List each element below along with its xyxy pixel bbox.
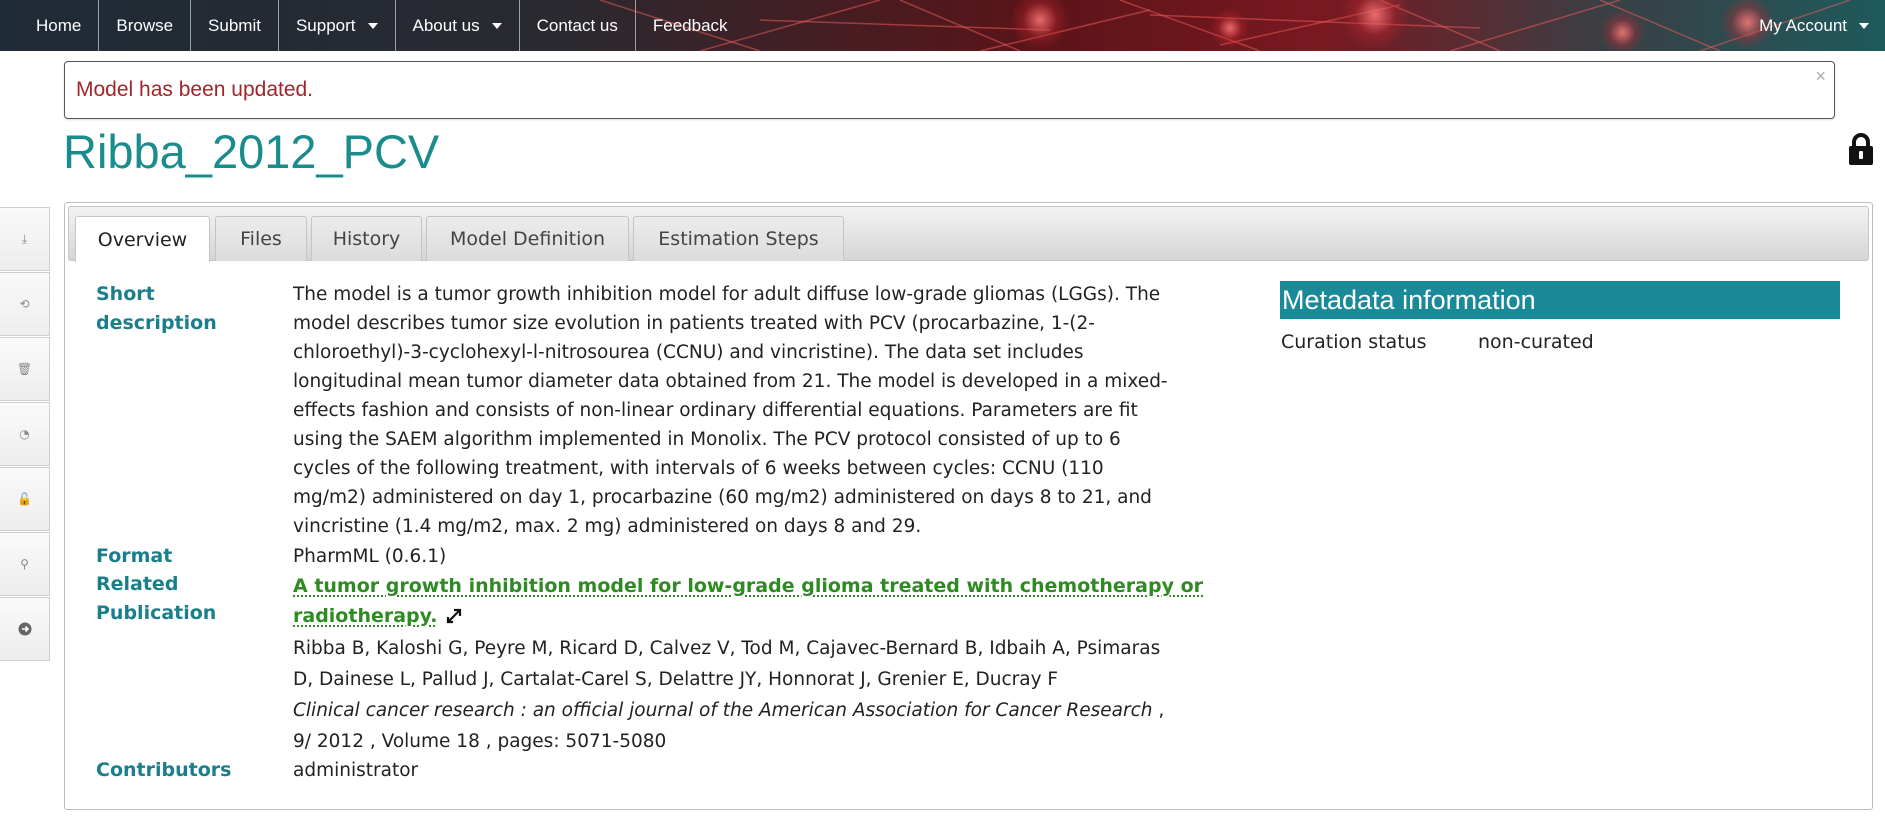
nav-submit-label: Submit <box>208 15 261 35</box>
short-description-label-line: Short <box>96 283 155 305</box>
my-account-dropdown[interactable]: My Account <box>1759 0 1869 51</box>
publication-title-link[interactable]: A tumor growth inhibition model for low-… <box>293 571 1258 631</box>
publication-title-line-wrap: radiotherapy. <box>293 601 1258 631</box>
description-line: mg/m2) administered on day 1, procarbazi… <box>293 487 1152 508</box>
next-button[interactable] <box>0 597 50 661</box>
citation-details: 9/ 2012 , Volume 18 , pages: 5071-5080 <box>293 731 667 752</box>
unlock-button[interactable]: 🔓 <box>0 467 50 531</box>
nav-home-label: Home <box>36 15 82 35</box>
alert-message: Model has been updated. <box>76 78 314 101</box>
tab-model-definition-label: Model Definition <box>449 228 606 250</box>
tab-files-label: Files <box>240 228 282 250</box>
description-line: cycles of the following treatment, with … <box>293 458 1104 479</box>
rss-icon: ◔ <box>19 427 30 441</box>
tab-history-label: History <box>332 228 401 250</box>
tab-history[interactable]: History <box>311 216 422 261</box>
description-line: using the SAEM algorithm implemented in … <box>293 429 1121 450</box>
publication-title-line: radiotherapy. <box>293 605 438 627</box>
update-alert: Model has been updated. × <box>64 61 1835 119</box>
caret-down-icon <box>367 22 378 29</box>
close-icon[interactable]: × <box>1815 66 1826 87</box>
publish-button[interactable]: ⚲ <box>0 532 50 596</box>
journal-name: Clinical cancer research : an official j… <box>293 700 1153 721</box>
rss-button[interactable]: ◔ <box>0 402 50 466</box>
nav-contact-label: Contact us <box>536 15 618 35</box>
convert-button[interactable]: ⟲ <box>0 272 50 336</box>
tab-estimation-steps[interactable]: Estimation Steps <box>633 216 844 261</box>
authors-line: Ribba B, Kaloshi G, Peyre M, Ricard D, C… <box>293 638 1161 659</box>
description-line: chloroethyl)-3-cyclohexyl-l-nitrosourea … <box>293 342 1084 363</box>
top-navbar: Home Browse Submit Support About us Cont… <box>0 0 1885 51</box>
tab-overview[interactable]: Overview <box>75 216 210 262</box>
nav-support-dropdown[interactable]: Support <box>279 0 396 51</box>
delete-icon: 🗑 <box>16 362 33 376</box>
publication-authors: Ribba B, Kaloshi G, Peyre M, Ricard D, C… <box>293 633 1273 695</box>
short-description-label: Short description <box>96 280 217 338</box>
format-value: PharmML (0.6.1) <box>293 546 447 567</box>
short-description-text: The model is a tumor growth inhibition m… <box>293 280 1253 541</box>
tab-estimation-steps-label: Estimation Steps <box>658 228 819 250</box>
journal-line: Clinical cancer research : an official j… <box>293 695 1273 726</box>
tab-bar: Overview Files History Model Definition … <box>68 206 1869 262</box>
short-description-label-line: description <box>96 312 217 334</box>
related-publication-label-line: Related <box>96 573 179 595</box>
unlock-icon: 🔓 <box>17 492 32 506</box>
download-icon: ⤓ <box>21 231 28 246</box>
publication-citation: Clinical cancer research : an official j… <box>293 695 1273 757</box>
nav-browse-label: Browse <box>116 15 174 35</box>
description-line: vincristine (1.4 mg/m2, max. 2 mg) admin… <box>293 516 922 537</box>
journal-suffix: , <box>1152 700 1165 721</box>
tab-model-definition[interactable]: Model Definition <box>426 216 629 261</box>
nav-submit[interactable]: Submit <box>191 0 279 51</box>
contributors-value: administrator <box>293 760 419 781</box>
authors-line: D, Dainese L, Pallud J, Cartalat-Carel S… <box>293 669 1059 690</box>
description-line: model describes tumor size evolution in … <box>293 313 1095 334</box>
convert-icon: ⟲ <box>19 297 30 311</box>
external-link-icon[interactable] <box>446 608 462 624</box>
related-publication-label: Related Publication <box>96 570 216 628</box>
nav-contact[interactable]: Contact us <box>520 0 636 51</box>
metadata-header: Metadata information <box>1280 281 1840 319</box>
description-line: effects fashion and consists of non-line… <box>293 400 1138 421</box>
nav-feedback-label: Feedback <box>652 15 728 35</box>
nav-home[interactable]: Home <box>0 0 100 51</box>
format-label: Format <box>96 545 173 567</box>
tab-overview-label: Overview <box>97 228 188 251</box>
related-publication-label-line: Publication <box>96 602 217 624</box>
my-account-label: My Account <box>1759 15 1847 35</box>
arrow-right-icon <box>18 622 31 636</box>
curation-status-value: non-curated <box>1478 331 1594 353</box>
description-line: The model is a tumor growth inhibition m… <box>293 284 1161 305</box>
nav-about-label: About us <box>412 15 480 35</box>
lock-icon[interactable] <box>1847 132 1875 166</box>
delete-button[interactable]: 🗑 <box>0 337 50 401</box>
contributors-label: Contributors <box>96 759 232 781</box>
caret-down-icon <box>491 22 502 29</box>
nav-support-label: Support <box>295 15 356 35</box>
page-title: Ribba_2012_PCV <box>63 125 440 178</box>
download-button[interactable]: ⤓ <box>0 207 50 271</box>
nav-browse[interactable]: Browse <box>99 0 192 51</box>
nav-feedback[interactable]: Feedback <box>636 0 745 51</box>
publish-icon: ⚲ <box>20 557 29 571</box>
nav-about-dropdown[interactable]: About us <box>396 0 520 51</box>
description-line: longitudinal mean tumor diameter data ob… <box>293 371 1168 392</box>
curation-status-label: Curation status <box>1281 331 1427 353</box>
action-sidebar: ⤓ ⟲ 🗑 ◔ 🔓 ⚲ <box>0 207 52 662</box>
publication-title-line: A tumor growth inhibition model for low-… <box>293 575 1203 597</box>
main-nav: Home Browse Submit Support About us Cont… <box>0 0 745 51</box>
tab-files[interactable]: Files <box>215 216 307 261</box>
caret-down-icon <box>1859 22 1869 29</box>
